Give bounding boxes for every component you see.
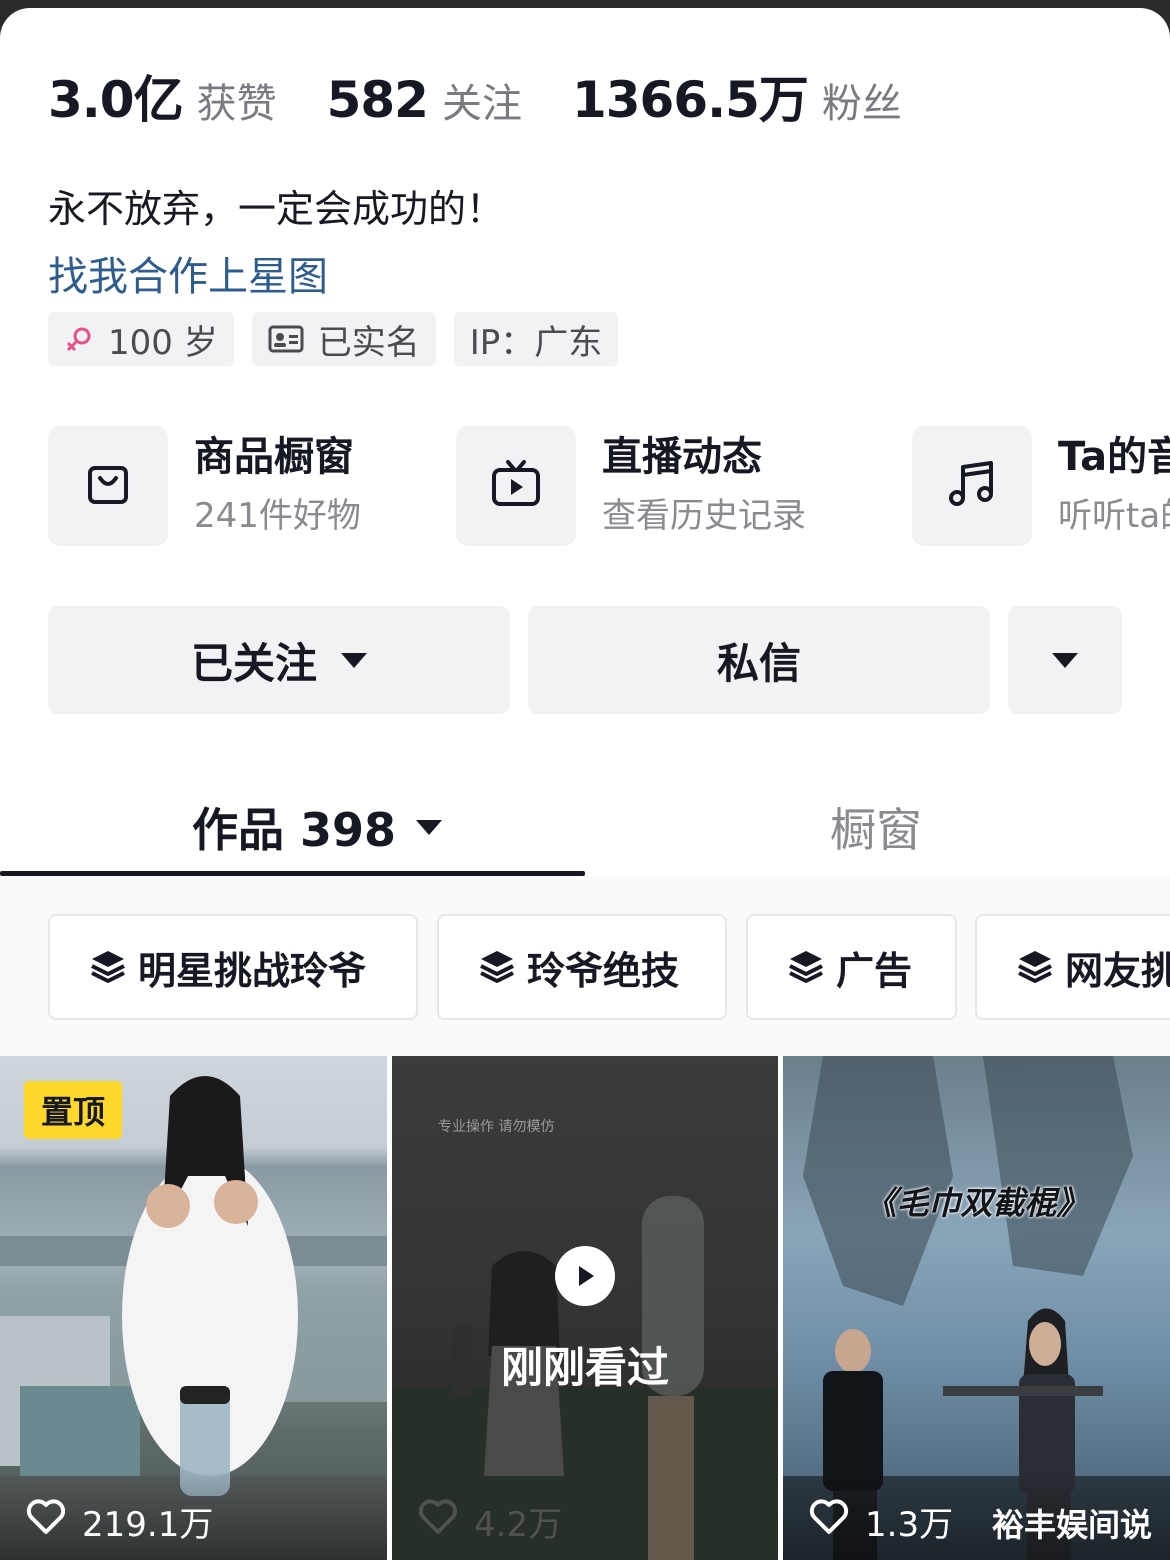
likes-counter: 1.3万: [809, 1497, 953, 1546]
bio-link[interactable]: 找我合作上星图: [48, 244, 328, 302]
watermark: 裕丰娱间说: [991, 1506, 1152, 1544]
layers-icon: [1015, 947, 1055, 987]
profile-tags: 100 岁 已实名 IP：广东: [48, 312, 636, 366]
verified-label: 已实名: [317, 322, 420, 363]
video-title: 《毛巾双截棍》: [864, 1184, 1089, 1222]
collection-chip[interactable]: 明星挑战玲爷: [48, 914, 418, 1020]
service-cards: 商品橱窗 241件好物 直播动态 查看历史记录 Ta的音 听听ta: [48, 426, 1170, 546]
tv-play-icon: [490, 458, 542, 514]
card-live[interactable]: 直播动态 查看历史记录: [456, 426, 912, 546]
following-label: 关注: [441, 81, 522, 127]
ip-tag: IP：广东: [453, 312, 619, 366]
bio-text: 永不放弃，一定会成功的！: [48, 187, 505, 231]
collection-label: 广告: [836, 948, 913, 993]
follow-label: 已关注: [190, 638, 317, 688]
likes-count: 3.0亿: [48, 71, 184, 129]
followers-label: 粉丝: [821, 81, 902, 127]
likes-counter: 219.1万: [26, 1497, 213, 1546]
collection-chip[interactable]: 网友挑: [975, 914, 1170, 1020]
card-music-icon-box: [912, 426, 1032, 546]
card-live-icon-box: [456, 426, 576, 546]
layers-icon: [477, 947, 517, 987]
card-live-subtitle: 查看历史记录: [602, 496, 806, 536]
tab-showcase[interactable]: 橱窗: [830, 794, 922, 860]
collection-label: 玲爷绝技: [527, 948, 680, 993]
age-label: 100 岁: [108, 322, 218, 363]
card-shop-title: 商品橱窗: [194, 434, 354, 480]
message-label: 私信: [716, 638, 801, 688]
layers-icon: [786, 947, 826, 987]
card-shop-window[interactable]: 商品橱窗 241件好物: [48, 426, 456, 546]
followers-count: 1366.5万: [571, 71, 809, 129]
card-shop-icon-box: [48, 426, 168, 546]
watched-overlay: 刚刚看过: [500, 1343, 669, 1392]
tab-works[interactable]: 作品 398: [192, 794, 443, 860]
collection-label: 明星挑战玲爷: [138, 948, 367, 993]
ip-label: IP：广东: [469, 322, 603, 363]
video-tile[interactable]: 专业操作 请勿模仿 刚刚看过 4.2万: [392, 1056, 778, 1560]
music-note-icon: [945, 457, 999, 515]
tab-showcase-label: 橱窗: [830, 803, 922, 857]
stat-likes[interactable]: 3.0亿 获赞: [48, 60, 277, 132]
collection-chip[interactable]: 玲爷绝技: [437, 914, 727, 1020]
video-tile[interactable]: 《毛巾双截棍》 1.3万 裕丰娱间说: [783, 1056, 1170, 1560]
stat-followers[interactable]: 1366.5万 粉丝: [572, 60, 902, 132]
profile-sheet: 3.0亿 获赞 582 关注 1366.5万 粉丝 永不放弃，一定会成功的！ 找…: [0, 8, 1170, 1560]
likes-value: 219.1万: [82, 1505, 214, 1545]
likes-value: 4.2万: [474, 1505, 563, 1545]
heart-icon: [26, 1499, 82, 1544]
play-icon[interactable]: [555, 1246, 615, 1306]
age-tag: 100 岁: [48, 312, 234, 366]
collection-label: 网友挑: [1065, 948, 1170, 993]
more-button[interactable]: [1008, 606, 1122, 714]
card-live-title: 直播动态: [602, 434, 762, 480]
female-icon: [64, 324, 94, 354]
stats-row: 3.0亿 获赞 582 关注 1366.5万 粉丝: [48, 60, 952, 132]
follow-button[interactable]: 已关注: [48, 606, 510, 714]
caret-down-icon: [416, 819, 443, 835]
tab-works-label: 作品 398: [192, 803, 397, 857]
caret-down-icon: [1052, 652, 1078, 668]
card-music-title: Ta的音: [1058, 434, 1170, 480]
likes-value: 1.3万: [865, 1505, 954, 1545]
following-count: 582: [326, 71, 429, 129]
video-caption: 专业操作 请勿模仿: [438, 1119, 555, 1135]
card-music[interactable]: Ta的音 听听ta的: [912, 426, 1170, 546]
verified-tag: 已实名: [251, 312, 436, 366]
shopping-bag-icon: [84, 460, 132, 512]
layers-icon: [88, 947, 128, 987]
pinned-badge: 置顶: [24, 1081, 122, 1139]
stat-following[interactable]: 582 关注: [327, 71, 522, 129]
caret-down-icon: [341, 652, 367, 668]
heart-icon: [809, 1499, 865, 1544]
message-button[interactable]: 私信: [528, 606, 990, 714]
collections-bar: 明星挑战玲爷 玲爷绝技 广告 网友挑: [0, 876, 1170, 1056]
heart-icon: [418, 1499, 474, 1544]
card-shop-subtitle: 241件好物: [194, 496, 361, 536]
video-tile[interactable]: 置顶 219.1万: [0, 1056, 387, 1560]
id-card-icon: [268, 324, 304, 354]
collection-chip[interactable]: 广告: [746, 914, 957, 1020]
likes-label: 获赞: [196, 81, 277, 127]
likes-counter: 4.2万: [418, 1497, 562, 1546]
card-music-subtitle: 听听ta的: [1058, 496, 1170, 536]
